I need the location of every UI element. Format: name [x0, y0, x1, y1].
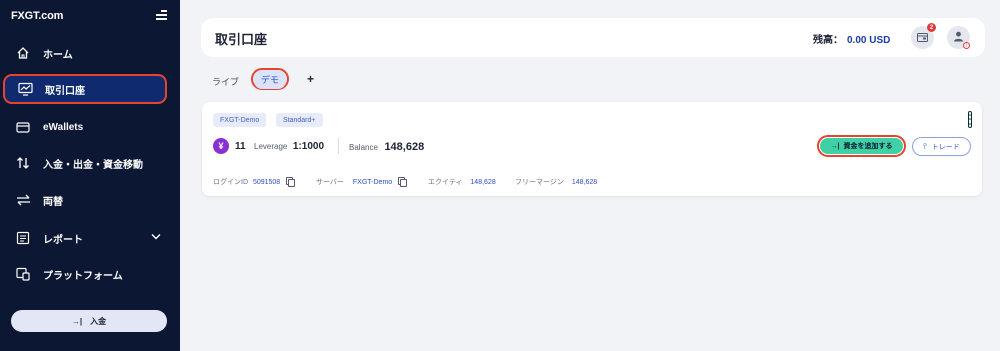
sidebar-item-label: 入金・出金・資金移動 — [43, 159, 143, 171]
sidebar: FXGT.com ホーム 取引口座 eWallets 入金・出金・資金移動 両替 — [0, 0, 180, 351]
account-number: 11 — [235, 141, 246, 152]
wallet-icon — [15, 119, 31, 135]
candlestick-icon: ⫯ — [923, 141, 927, 151]
login-id: ログインID 5091508 — [213, 177, 296, 187]
sidebar-item-label: eWallets — [43, 121, 84, 133]
sidebar-item-trading-accounts[interactable]: 取引口座 — [3, 74, 167, 104]
page-header: 取引口座 残高： 0.00 USD 2 ! — [201, 18, 985, 57]
header-balance: 残高： 0.00 USD — [813, 35, 891, 46]
menu-toggle-icon[interactable] — [156, 10, 167, 21]
sidebar-item-label: 両替 — [43, 196, 63, 208]
sidebar-item-label: ホーム — [43, 49, 73, 61]
sidebar-item-label: レポート — [43, 234, 83, 246]
divider — [338, 138, 339, 154]
sidebar-item-reports[interactable]: レポート — [3, 223, 167, 253]
sidebar-item-exchange[interactable]: 両替 — [3, 185, 167, 215]
notifications-button[interactable]: 2 — [911, 23, 936, 49]
chart-monitor-icon — [17, 81, 33, 97]
platform-icon — [15, 266, 31, 282]
tab-live[interactable]: ライブ — [212, 75, 239, 88]
trade-button[interactable]: ⫯ トレード — [912, 137, 971, 156]
equity: エクイティ 148,628 — [428, 179, 496, 186]
account-card: FXGT-Demo Standard+ ¥ 11 Leverage 1:1000… — [202, 102, 982, 196]
tab-demo[interactable]: デモ — [251, 68, 289, 90]
arrow-in-icon: →| — [830, 142, 840, 150]
sidebar-item-label: プラットフォーム — [43, 270, 123, 282]
sidebar-item-platform[interactable]: プラットフォーム — [3, 259, 167, 289]
sidebar-item-deposit-withdraw[interactable]: 入金・出金・資金移動 — [3, 148, 167, 178]
free-margin: フリーマージン 148,628 — [515, 179, 598, 186]
account-balance: Balance 148,628 — [349, 141, 425, 153]
copy-icon[interactable] — [398, 177, 408, 187]
transfer-arrows-icon — [15, 155, 31, 171]
warning-icon: ! — [963, 42, 970, 49]
sidebar-item-home[interactable]: ホーム — [3, 38, 167, 68]
logo[interactable]: FXGT.com — [11, 10, 63, 22]
leverage: Leverage 1:1000 — [254, 141, 325, 152]
more-options-icon[interactable] — [968, 111, 972, 128]
report-icon — [15, 230, 31, 246]
sidebar-item-ewallets[interactable]: eWallets — [3, 112, 167, 142]
chevron-down-icon[interactable] — [151, 232, 161, 243]
server-tag: FXGT-Demo — [213, 113, 267, 127]
deposit-button[interactable]: →| 入金 — [11, 310, 167, 332]
account-type-tag: Standard+ — [276, 113, 323, 127]
wallet-card-icon — [917, 29, 928, 47]
user-profile-button[interactable]: ! — [947, 26, 970, 49]
arrow-in-icon: →| — [71, 316, 83, 326]
exchange-icon — [15, 192, 31, 208]
server: サーバー FXGT-Demo — [316, 177, 408, 187]
add-funds-button[interactable]: →| 資金を追加する — [817, 135, 906, 157]
add-account-button[interactable]: + — [307, 72, 314, 86]
copy-icon[interactable] — [286, 177, 296, 187]
home-icon — [15, 45, 31, 61]
yen-currency-icon: ¥ — [213, 138, 229, 154]
notification-badge: 2 — [927, 23, 936, 32]
page-title: 取引口座 — [215, 32, 268, 47]
sidebar-item-label: 取引口座 — [45, 85, 85, 97]
